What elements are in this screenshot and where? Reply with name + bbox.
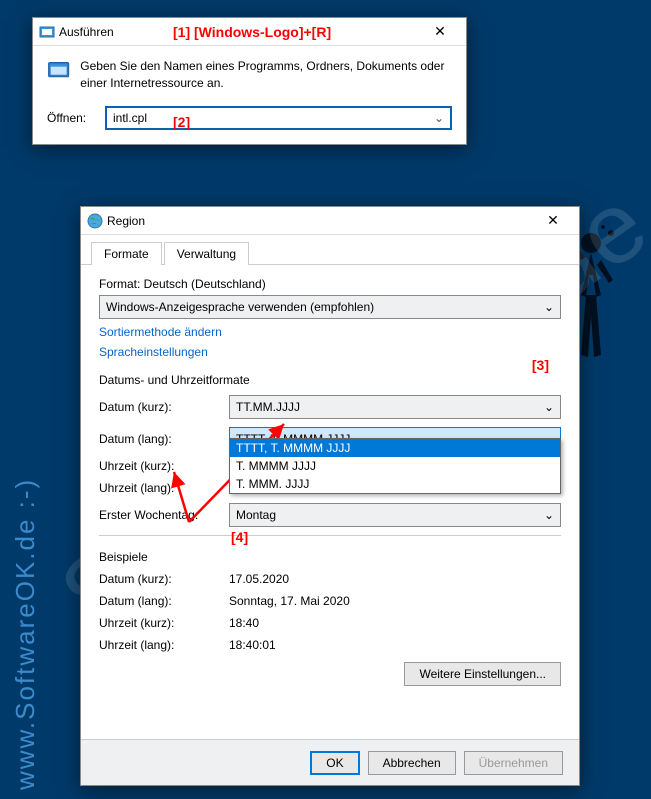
run-dialog: Ausführen ✕ Geben Sie den Namen eines Pr…: [32, 17, 467, 145]
ex-date-long-val: Sonntag, 17. Mai 2020: [229, 594, 561, 608]
ex-time-long-val: 18:40:01: [229, 638, 561, 652]
chevron-down-icon: ⌄: [544, 508, 554, 522]
date-long-label: Datum (lang):: [99, 432, 229, 446]
time-short-label: Uhrzeit (kurz):: [99, 459, 229, 473]
chevron-down-icon: ⌄: [544, 300, 554, 314]
apply-button[interactable]: Übernehmen: [464, 751, 563, 775]
region-dialog: Region ✕ Formate Verwaltung Format: Deut…: [80, 206, 580, 786]
ex-date-short-val: 17.05.2020: [229, 572, 561, 586]
run-description: Geben Sie den Namen eines Programms, Ord…: [80, 58, 452, 92]
date-short-label: Datum (kurz):: [99, 400, 229, 414]
dropdown-option[interactable]: T. MMMM JJJJ: [230, 457, 560, 475]
ex-time-long-label: Uhrzeit (lang):: [99, 638, 229, 652]
more-settings-button[interactable]: Weitere Einstellungen...: [404, 662, 561, 686]
dropdown-option[interactable]: TTTT, T. MMMM JJJJ: [230, 439, 560, 457]
chevron-down-icon[interactable]: ⌄: [432, 111, 446, 125]
dropdown-option[interactable]: T. MMM. JJJJ: [230, 475, 560, 493]
ex-date-short-label: Datum (kurz):: [99, 572, 229, 586]
date-short-select[interactable]: TT.MM.JJJJ ⌄: [229, 395, 561, 419]
run-title: Ausführen: [55, 25, 420, 39]
cancel-button[interactable]: Abbrechen: [368, 751, 456, 775]
watermark-left: www.SoftwareOK.de :-): [10, 478, 41, 790]
time-long-label: Uhrzeit (lang):: [99, 481, 229, 495]
run-titlebar[interactable]: Ausführen ✕: [33, 18, 466, 46]
open-input[interactable]: [111, 110, 432, 126]
region-titlebar[interactable]: Region ✕: [81, 207, 579, 235]
link-sort-method[interactable]: Sortiermethode ändern: [99, 325, 222, 339]
dow-label: Erster Wochentag:: [99, 508, 229, 522]
chevron-down-icon: ⌄: [544, 400, 554, 414]
date-long-dropdown[interactable]: TTTT, T. MMMM JJJJ T. MMMM JJJJ T. MMM. …: [229, 438, 561, 494]
run-body-icon: [47, 58, 70, 90]
format-select[interactable]: Windows-Anzeigesprache verwenden (empfoh…: [99, 295, 561, 319]
divider: [99, 535, 561, 536]
region-title: Region: [103, 214, 533, 228]
ex-date-long-label: Datum (lang):: [99, 594, 229, 608]
ex-time-short-val: 18:40: [229, 616, 561, 630]
ex-time-short-label: Uhrzeit (kurz):: [99, 616, 229, 630]
dialog-footer: OK Abbrechen Übernehmen: [81, 739, 579, 785]
run-icon: [39, 24, 55, 40]
close-button[interactable]: ✕: [420, 23, 460, 40]
close-button[interactable]: ✕: [533, 212, 573, 229]
open-combobox[interactable]: ⌄: [105, 106, 452, 130]
dow-select[interactable]: Montag ⌄: [229, 503, 561, 527]
examples-title: Beispiele: [99, 550, 561, 564]
tab-formate[interactable]: Formate: [91, 242, 162, 265]
link-language-settings[interactable]: Spracheinstellungen: [99, 345, 208, 359]
ok-button[interactable]: OK: [310, 751, 359, 775]
open-label: Öffnen:: [47, 111, 97, 125]
format-label: Format: Deutsch (Deutschland): [99, 277, 561, 291]
tab-verwaltung[interactable]: Verwaltung: [164, 242, 249, 265]
globe-icon: [87, 213, 103, 229]
datetime-formats-title: Datums- und Uhrzeitformate: [99, 373, 561, 387]
